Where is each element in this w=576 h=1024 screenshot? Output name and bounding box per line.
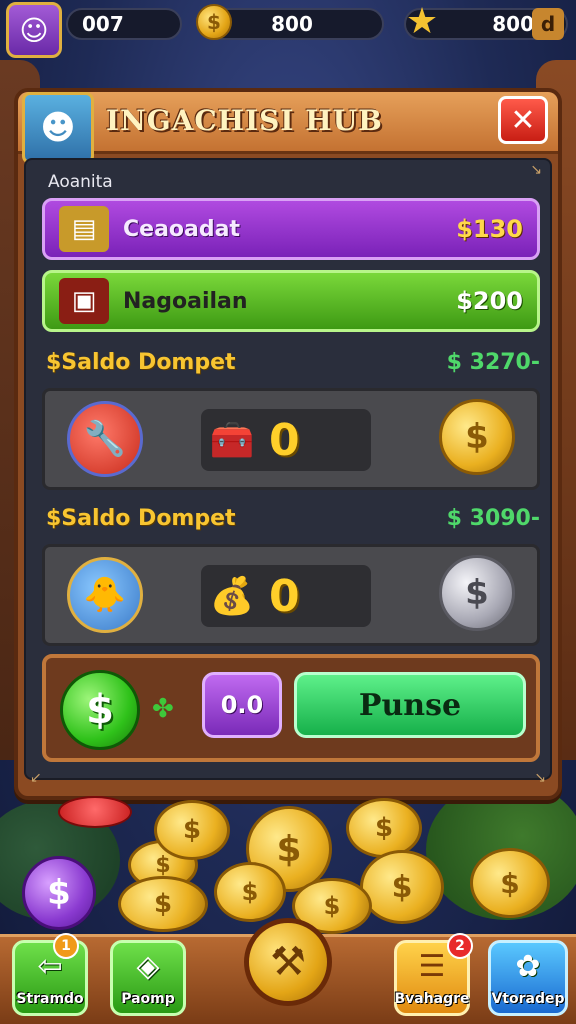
gem-counter-value: 800 <box>492 12 534 36</box>
offer-row-chest[interactable]: ▣ Nagoailan $200 <box>42 270 540 332</box>
offer-row-gold[interactable]: ▤ Ceaoadat $130 <box>42 198 540 260</box>
offer-price: $130 <box>456 215 523 243</box>
silver-coin-icon[interactable]: $ <box>439 555 515 631</box>
amount-button[interactable]: 0.0 <box>202 672 282 738</box>
wallet-amount: 0 <box>269 414 300 466</box>
star-icon: ★ <box>405 1 439 42</box>
nav-button-paomp[interactable]: ◈ Paomp <box>110 940 186 1016</box>
punse-button[interactable]: Punse <box>294 672 526 738</box>
purple-coin-icon[interactable]: $ <box>22 856 96 930</box>
coin-pile-icon: $ <box>154 800 230 860</box>
wallet-box: 🐥 💰 0 $ <box>42 544 540 646</box>
saldo-label: $Saldo Dompet <box>46 349 236 375</box>
treasure-chest-icon: 🧰 <box>209 420 255 461</box>
coin-pile-icon: $ <box>470 848 550 918</box>
offer-price: $200 <box>456 287 523 315</box>
player-face-icon: ☺ <box>19 13 49 47</box>
coin-pile-icon: $ <box>118 876 208 932</box>
corner-arrow-icon: ↘ <box>530 162 542 178</box>
nav-label: Paomp <box>121 991 175 1007</box>
wallet-box: 🔧 🧰 0 $ <box>42 388 540 490</box>
nav-button-stramdo[interactable]: ⇦ 1 Stramdo <box>12 933 88 1016</box>
corner-arrow-icon: ↙ <box>30 770 42 786</box>
level-counter-value: 007 <box>82 12 124 36</box>
level-counter: 007 <box>66 8 182 40</box>
hub-avatar: ☻ <box>22 92 94 164</box>
gear-icon: ✿ <box>515 949 541 984</box>
nav-label: Bvahagre <box>394 991 470 1007</box>
diamond-arrow-icon: ◈ <box>136 949 160 984</box>
green-coin-icon[interactable]: $ <box>60 670 140 750</box>
player-avatar[interactable]: ☺ <box>6 2 62 58</box>
notification-badge: 2 <box>447 933 473 959</box>
action-bar: $ ✤ 0.0 Punse <box>42 654 540 762</box>
nav-label: Stramdo <box>16 991 84 1007</box>
nav-button-vtoradep[interactable]: ✿ Vtoradep <box>488 940 568 1016</box>
close-icon: ✕ <box>510 102 536 138</box>
coin-icon: $ <box>196 4 232 40</box>
saldo-value: $ 3270- <box>446 349 540 375</box>
nav-label: Vtoradep <box>491 991 565 1007</box>
clover-icon: ✤ <box>152 694 174 724</box>
saldo-value: $ 3090- <box>446 505 540 531</box>
wallet-amount-box: 🧰 0 <box>201 409 371 471</box>
wallet-amount: 0 <box>269 570 300 622</box>
wrench-badge-icon: 🔧 <box>67 401 143 477</box>
gold-pot-icon: 💰 <box>209 576 255 617</box>
red-chest-icon: ▣ <box>59 278 109 324</box>
saldo-header: $Saldo Dompet $ 3090- <box>46 502 540 534</box>
wallet-amount-box: 💰 0 <box>201 565 371 627</box>
nav-button-bvahagre[interactable]: ☰ 2 Bvahagre <box>394 933 473 1016</box>
red-chip-icon <box>58 796 132 828</box>
hub-panel: INGACHISI HUB ✕ ☻ Aoanita ↘ ▤ Ceaoadat $… <box>14 88 562 800</box>
coin-counter-value: 800 <box>271 12 313 36</box>
gold-coin-icon[interactable]: $ <box>439 399 515 475</box>
worker-face-icon: ☻ <box>40 108 76 148</box>
saldo-header: $Saldo Dompet $ 3270- <box>46 346 540 378</box>
coin-pile-icon: $ <box>346 798 422 858</box>
corner-arrow-icon: ↘ <box>534 770 546 786</box>
notification-badge: 1 <box>53 933 79 959</box>
close-button[interactable]: ✕ <box>498 96 548 144</box>
coin-pile-icon: $ <box>360 850 444 924</box>
top-status-bar: 007 800 $ 800 ★ d ☺ <box>0 0 576 58</box>
saldo-label: $Saldo Dompet <box>46 505 236 531</box>
list-icon: ☰ <box>418 949 446 984</box>
gold-bars-icon: ▤ <box>59 206 109 252</box>
center-action-button[interactable]: ⚒ <box>244 918 332 1006</box>
coin-pile-icon: $ <box>214 862 286 922</box>
offer-name: Nagoailan <box>123 288 248 314</box>
panel-header: INGACHISI HUB ✕ <box>18 92 558 154</box>
gold-creature-icon: 🐥 <box>67 557 143 633</box>
panel-title: INGACHISI HUB <box>106 104 383 137</box>
offer-name: Ceaoadat <box>123 216 240 242</box>
plus-box-icon[interactable]: d <box>532 8 564 40</box>
section-label: Aoanita <box>48 172 113 192</box>
hammer-icon: ⚒ <box>270 939 306 985</box>
